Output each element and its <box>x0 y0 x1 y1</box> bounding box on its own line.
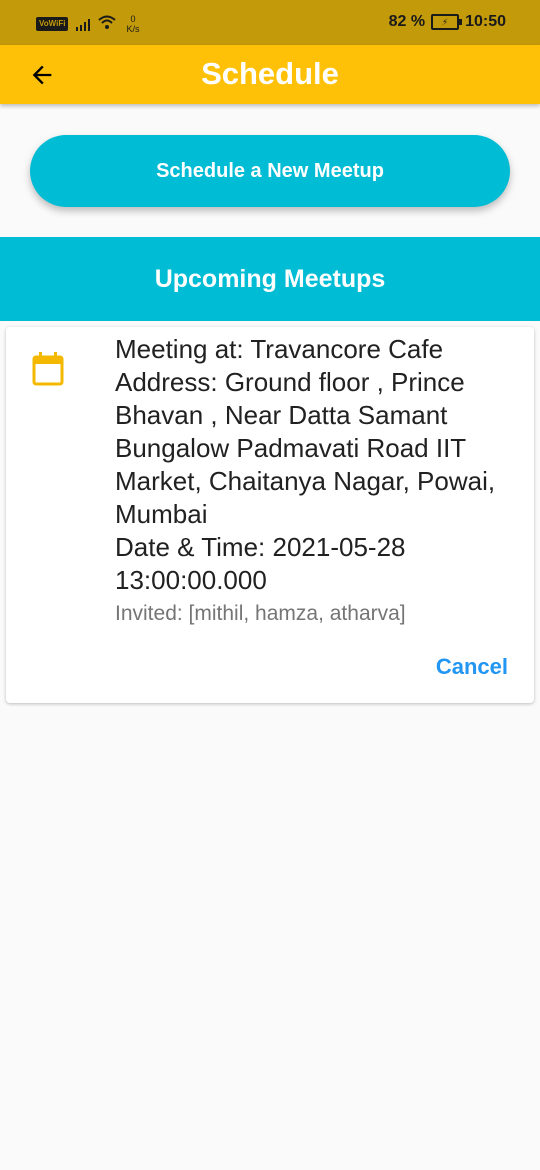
meeting-location: Meeting at: Travancore Cafe <box>115 334 444 364</box>
wifi-icon <box>98 15 117 34</box>
app-bar: Schedule <box>0 45 540 104</box>
battery-icon: ⚡ <box>431 14 463 30</box>
speed-value: 0 <box>130 14 136 24</box>
invited-list: Invited: [mithil, hamza, atharva] <box>115 602 406 625</box>
upcoming-meetups-header: Upcoming Meetups <box>0 237 540 321</box>
vowifi-badge: VoWiFi <box>36 17 69 31</box>
status-right: 82 % ⚡ 10:50 <box>389 13 506 31</box>
signal-icon <box>76 17 91 31</box>
status-bar: VoWiFi 0 K/s 82 % ⚡ 10:50 <box>0 0 540 45</box>
calendar-icon <box>32 352 64 391</box>
status-left: VoWiFi 0 K/s <box>36 14 139 34</box>
meetup-details: Meeting at: Travancore Cafe Address: Gro… <box>115 333 520 629</box>
meeting-address: Address: Ground floor , Prince Bhavan , … <box>115 367 496 529</box>
battery-percent: 82 % <box>388 13 426 30</box>
network-speed: 0 K/s <box>126 14 139 34</box>
speed-unit: K/s <box>126 24 140 34</box>
page-title: Schedule <box>201 56 339 91</box>
clock: 10:50 <box>465 13 506 30</box>
schedule-new-meetup-button[interactable]: Schedule a New Meetup <box>30 135 510 207</box>
cancel-button[interactable]: Cancel <box>436 654 508 680</box>
meetup-card: Meeting at: Travancore Cafe Address: Gro… <box>6 327 534 703</box>
meeting-datetime: Date & Time: 2021-05-28 13:00:00.000 <box>115 532 406 595</box>
